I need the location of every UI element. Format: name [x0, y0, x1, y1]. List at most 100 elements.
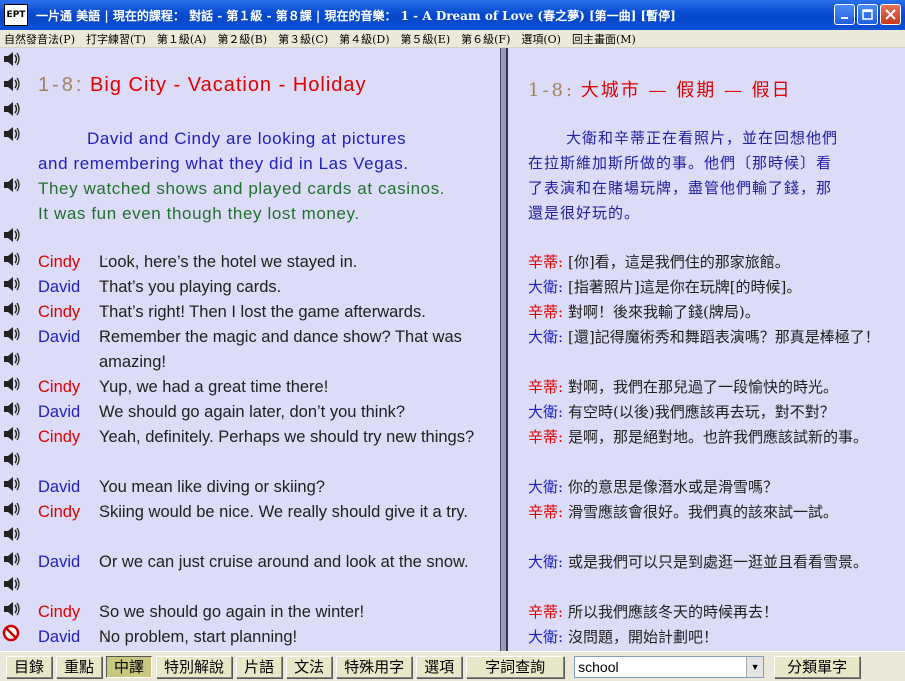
play-audio-icon[interactable] — [2, 475, 24, 495]
play-audio-icon[interactable] — [2, 250, 24, 270]
play-audio-icon[interactable] — [2, 75, 24, 95]
minimize-button[interactable] — [834, 4, 855, 25]
play-audio-icon[interactable] — [2, 600, 24, 620]
bottom-toolbar: 目錄 重點 中譯 特別解說 片語 文法 特殊用字 選項 字詞查詢 school … — [0, 651, 905, 681]
window-title: 一片通 美語 | 現在的課程： 對話 - 第１級 - 第８課 | 現在的音樂： … — [36, 8, 676, 23]
dialogue-text: That’s you playing cards. — [99, 278, 282, 296]
speaker-label: Cindy : — [38, 500, 108, 525]
intro-chinese: 大衛和辛蒂正在看照片，並在回想他們 在拉斯維加斯所做的事。他們〔那時候〕看 了表… — [528, 126, 890, 226]
menu-level-1[interactable]: 第１級(A) — [157, 31, 207, 47]
dialogue-text-zh: 對啊！後來我輸了錢(牌局)。 — [568, 303, 760, 321]
dialogue-text-zh: 沒問題，開始計劃吧！ — [568, 628, 719, 646]
play-audio-icon[interactable] — [2, 176, 24, 196]
intro-line: It was fun even though they lost money. — [38, 204, 360, 223]
special-words-button[interactable]: 特殊用字 — [336, 655, 413, 678]
dialogue-text: You mean like diving or skiing? — [99, 478, 325, 496]
speaker-name-zh: 辛蒂: — [528, 303, 564, 321]
word-search-combobox[interactable]: school ▼ — [574, 655, 765, 678]
stop-audio-icon[interactable] — [2, 624, 24, 644]
speaker-name-zh: 辛蒂: — [528, 428, 564, 446]
app-icon: EPT — [4, 4, 28, 26]
speaker-name: Cindy — [38, 503, 81, 521]
speaker-label: David : — [38, 475, 108, 500]
close-button[interactable] — [880, 4, 901, 25]
play-audio-icon[interactable] — [2, 125, 24, 145]
maximize-icon — [862, 9, 873, 20]
dialogue-text-zh: 所以我們應該冬天的時候再去！ — [568, 603, 779, 621]
dialogue-text: We should go again later, don’t you thin… — [99, 403, 406, 421]
speaker-name: David — [38, 553, 81, 571]
lesson-number-zh: 1-8: — [528, 80, 576, 101]
play-audio-icon[interactable] — [2, 575, 24, 595]
menu-typing[interactable]: 打字練習(T) — [86, 31, 146, 47]
play-audio-icon[interactable] — [2, 450, 24, 470]
speaker-label: Cindy : — [38, 250, 108, 275]
speaker-label: David : — [38, 275, 108, 300]
dialogue-text-zh: 滑雪應該會很好。我們真的該來試一試。 — [568, 503, 839, 521]
intro-line-zh: 大衛和辛蒂正在看照片，並在回想他們 — [566, 129, 839, 147]
translation-button[interactable]: 中譯 — [106, 655, 153, 678]
intro-line: David and Cindy are looking at pictures — [87, 129, 407, 148]
options-button[interactable]: 選項 — [416, 655, 463, 678]
play-audio-icon[interactable] — [2, 400, 24, 420]
speaker-name: Cindy — [38, 603, 81, 621]
play-audio-icon[interactable] — [2, 226, 24, 246]
window-controls — [834, 4, 901, 25]
speaker-label: Cindy : — [38, 300, 108, 325]
speaker-label: Cindy : — [38, 600, 108, 625]
speaker-label: David : — [38, 625, 108, 650]
menu-phonics[interactable]: 自然發音法(P) — [4, 31, 75, 47]
grammar-button[interactable]: 文法 — [286, 655, 333, 678]
speaker-name: David — [38, 628, 81, 646]
menu-level-2[interactable]: 第２級(B) — [217, 31, 267, 47]
word-search-input[interactable]: school — [578, 659, 618, 675]
menu-main-screen[interactable]: 回主畫面(M) — [572, 31, 636, 47]
speaker-name: David — [38, 278, 81, 296]
play-audio-icon[interactable] — [2, 275, 24, 295]
menu-level-5[interactable]: 第５級(E) — [401, 31, 451, 47]
pane-splitter[interactable] — [500, 48, 508, 651]
key-points-button[interactable]: 重點 — [56, 655, 103, 678]
play-audio-icon[interactable] — [2, 50, 24, 70]
speaker-name-zh: 大衛: — [528, 628, 564, 646]
speaker-label: David : — [38, 550, 108, 575]
speaker-name-zh: 大衛: — [528, 328, 564, 346]
menu-level-3[interactable]: 第３級(C) — [278, 31, 328, 47]
contents-button[interactable]: 目錄 — [6, 655, 53, 678]
speaker-name-zh: 大衛: — [528, 403, 564, 421]
dialogue-text: So we should go again in the winter! — [99, 603, 365, 621]
dialogue-text: Skiing would be nice. We really should g… — [99, 503, 468, 521]
dialogue-text: Yeah, definitely. Perhaps we should try … — [99, 428, 475, 446]
special-notes-button[interactable]: 特別解說 — [156, 655, 233, 678]
play-audio-icon[interactable] — [2, 100, 24, 120]
minimize-icon — [840, 16, 848, 19]
category-words-button[interactable]: 分類單字 — [774, 655, 861, 678]
play-audio-icon[interactable] — [2, 325, 24, 345]
intro-line: They watched shows and played cards at c… — [38, 179, 446, 198]
speaker-name-zh: 辛蒂: — [528, 378, 564, 396]
dialogue-text-zh: 是啊，那是絕對地。也許我們應該試新的事。 — [568, 428, 869, 446]
close-icon — [885, 9, 896, 20]
play-audio-icon[interactable] — [2, 525, 24, 545]
dialogue-text-zh: 你的意思是像潛水或是滑雪嗎？ — [568, 478, 779, 496]
play-audio-icon[interactable] — [2, 375, 24, 395]
play-audio-icon[interactable] — [2, 500, 24, 520]
intro-line-zh: 了表演和在賭場玩牌，盡管他們輸了錢，那 — [528, 179, 833, 197]
title-bar: EPT 一片通 美語 | 現在的課程： 對話 - 第１級 - 第８課 | 現在的… — [0, 0, 905, 30]
word-lookup-button[interactable]: 字詞查詢 — [466, 655, 565, 678]
menu-options[interactable]: 選項(O) — [521, 31, 561, 47]
play-audio-icon[interactable] — [2, 425, 24, 445]
play-audio-icon[interactable] — [2, 300, 24, 320]
menu-level-6[interactable]: 第６級(F) — [461, 31, 510, 47]
lesson-title-chinese: 1-8: 大城市 — 假期 — 假日 — [528, 76, 792, 102]
speaker-name: Cindy — [38, 303, 81, 321]
play-audio-icon[interactable] — [2, 350, 24, 370]
dialogue-text: Yup, we had a great time there! — [99, 378, 329, 396]
speaker-label: Cindy : — [38, 375, 108, 400]
phrases-button[interactable]: 片語 — [236, 655, 283, 678]
play-audio-icon[interactable] — [2, 550, 24, 570]
menu-bar: 自然發音法(P) 打字練習(T) 第１級(A) 第２級(B) 第３級(C) 第４… — [0, 30, 905, 48]
menu-level-4[interactable]: 第４級(D) — [339, 31, 389, 47]
dropdown-arrow-icon[interactable]: ▼ — [746, 656, 764, 677]
maximize-button[interactable] — [857, 4, 878, 25]
